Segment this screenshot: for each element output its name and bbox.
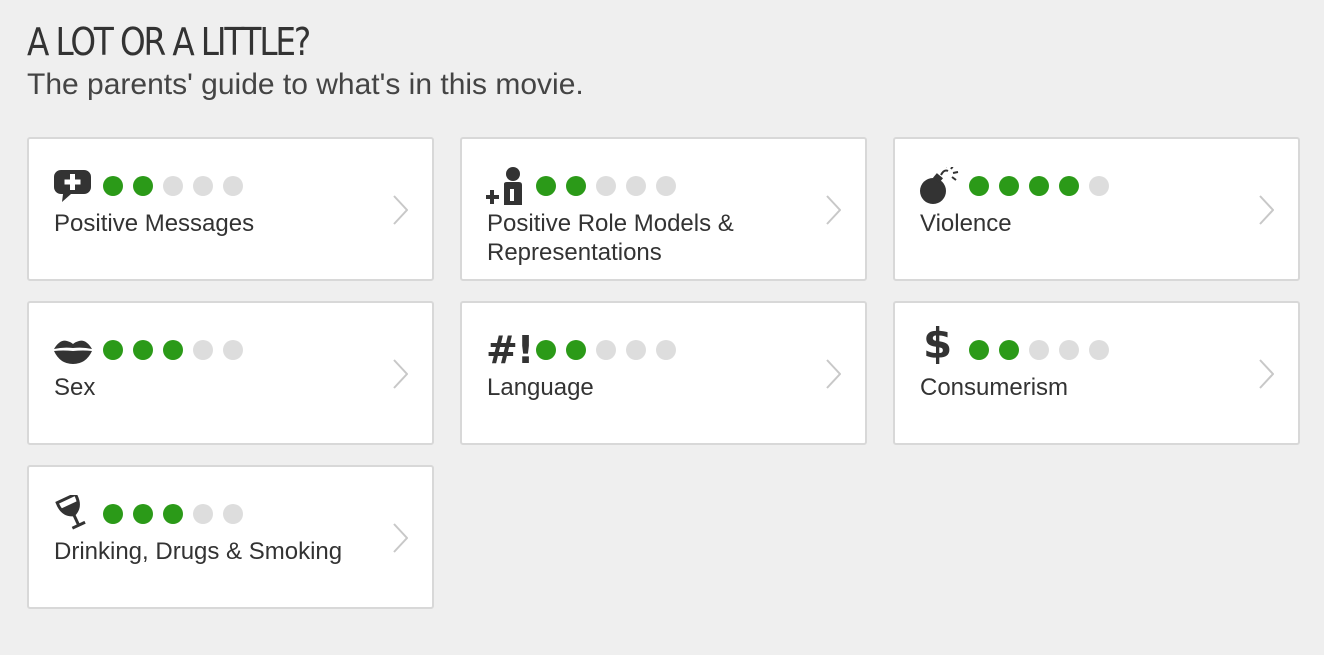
card-violence[interactable]: Violence	[893, 137, 1300, 281]
rating-dot-filled	[969, 340, 989, 360]
category-label: Positive Role Models & Representations	[487, 210, 734, 266]
rating-dot-empty	[656, 176, 676, 196]
category-label: Sex	[54, 374, 96, 401]
rating-dot-empty	[193, 504, 213, 524]
chevron-right-icon	[392, 359, 408, 389]
rating-dots	[969, 340, 1119, 360]
rating-dot-empty	[223, 176, 243, 196]
hash-exclamation-icon: #!	[486, 328, 534, 372]
chevron-right-icon	[825, 359, 841, 389]
lips-icon	[53, 331, 95, 369]
chevron-right-icon	[392, 195, 408, 225]
rating-dot-filled	[536, 176, 556, 196]
category-label: Drinking, Drugs & Smoking	[54, 538, 343, 565]
rating-dots	[969, 176, 1119, 196]
rating-dot-empty	[1089, 176, 1109, 196]
rating-dot-empty	[223, 504, 243, 524]
rating-dot-empty	[1029, 340, 1049, 360]
rating-dot-empty	[596, 340, 616, 360]
rating-dots	[103, 504, 253, 524]
rating-dot-filled	[969, 176, 989, 196]
person-plus-icon	[486, 167, 528, 205]
rating-dot-empty	[626, 176, 646, 196]
rating-dot-filled	[163, 340, 183, 360]
rating-dot-empty	[163, 176, 183, 196]
rating-dot-filled	[133, 340, 153, 360]
card-language[interactable]: #! Language	[460, 301, 867, 445]
rating-dot-filled	[103, 504, 123, 524]
rating-dot-filled	[566, 176, 586, 196]
card-positive-messages[interactable]: Positive Messages	[27, 137, 434, 281]
chevron-right-icon	[1258, 195, 1274, 225]
rating-dot-filled	[1059, 176, 1079, 196]
rating-dots	[536, 340, 686, 360]
card-sex[interactable]: Sex	[27, 301, 434, 445]
category-grid: Positive Messages Positive Role Models &…	[27, 137, 1300, 609]
rating-dot-filled	[536, 340, 556, 360]
rating-dots	[103, 340, 253, 360]
bomb-icon	[919, 167, 961, 205]
rating-dot-empty	[223, 340, 243, 360]
rating-dot-empty	[193, 340, 213, 360]
rating-dot-filled	[999, 176, 1019, 196]
rating-dot-empty	[193, 176, 213, 196]
rating-dot-filled	[133, 504, 153, 524]
rating-dot-filled	[566, 340, 586, 360]
rating-dot-filled	[1029, 176, 1049, 196]
rating-dots	[103, 176, 253, 196]
card-positive-role-models[interactable]: Positive Role Models & Representations	[460, 137, 867, 281]
chevron-right-icon	[825, 195, 841, 225]
section-subtitle: The parents' guide to what's in this mov…	[27, 68, 584, 101]
chevron-right-icon	[1258, 359, 1274, 389]
chevron-right-icon	[392, 523, 408, 553]
rating-dot-empty	[626, 340, 646, 360]
rating-dot-empty	[596, 176, 616, 196]
rating-dot-empty	[1059, 340, 1079, 360]
card-drinking-drugs-smoking[interactable]: Drinking, Drugs & Smoking	[27, 465, 434, 609]
rating-dot-filled	[103, 340, 123, 360]
rating-dots	[536, 176, 686, 196]
dollar-icon: $	[923, 319, 952, 368]
rating-dot-empty	[656, 340, 676, 360]
speech-bubble-plus-icon	[53, 167, 95, 205]
category-label: Violence	[920, 210, 1012, 237]
rating-dot-filled	[163, 504, 183, 524]
card-consumerism[interactable]: $ Consumerism	[893, 301, 1300, 445]
rating-dot-filled	[103, 176, 123, 196]
rating-dot-filled	[133, 176, 153, 196]
rating-dot-filled	[999, 340, 1019, 360]
parents-guide-section: A LOT OR A LITTLE? The parents' guide to…	[0, 0, 1324, 655]
category-label: Language	[487, 374, 594, 401]
wine-glass-icon	[53, 495, 95, 533]
section-title: A LOT OR A LITTLE?	[27, 20, 311, 64]
rating-dot-empty	[1089, 340, 1109, 360]
category-label: Positive Messages	[54, 210, 255, 237]
category-label: Consumerism	[920, 374, 1069, 401]
